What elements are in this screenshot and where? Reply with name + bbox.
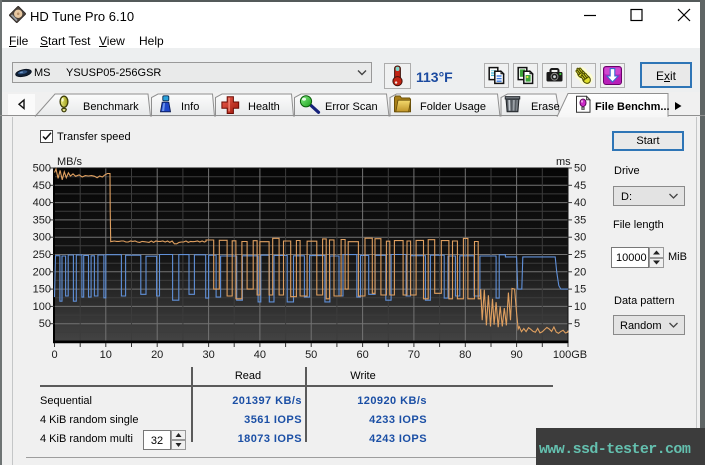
svg-text:150: 150	[33, 284, 51, 296]
svg-text:40: 40	[574, 197, 586, 209]
svg-text:Info: Info	[181, 101, 199, 113]
svg-text:File Benchm...: File Benchm...	[595, 101, 670, 113]
svg-text:20: 20	[151, 349, 163, 361]
svg-text:ms: ms	[556, 156, 571, 168]
svg-text:400: 400	[33, 197, 51, 209]
svg-text:Folder Usage: Folder Usage	[420, 101, 486, 113]
svg-text:30: 30	[202, 349, 214, 361]
svg-text:45: 45	[574, 180, 586, 192]
svg-text:300: 300	[33, 232, 51, 244]
svg-text:Benchmark: Benchmark	[83, 101, 139, 113]
svg-text:50: 50	[39, 318, 51, 330]
svg-text:Error Scan: Error Scan	[325, 101, 378, 113]
svg-text:500: 500	[33, 163, 51, 175]
svg-text:50: 50	[305, 349, 317, 361]
svg-text:0: 0	[51, 349, 57, 361]
svg-text:200: 200	[33, 266, 51, 278]
svg-text:100GB: 100GB	[553, 349, 587, 361]
svg-text:5: 5	[574, 318, 580, 330]
svg-text:40: 40	[254, 349, 266, 361]
svg-text:20: 20	[574, 266, 586, 278]
svg-text:350: 350	[33, 214, 51, 226]
svg-text:10: 10	[574, 301, 586, 313]
svg-text:60: 60	[356, 349, 368, 361]
svg-text:Erase: Erase	[531, 101, 560, 113]
svg-text:35: 35	[574, 214, 586, 226]
svg-text:100: 100	[33, 301, 51, 313]
svg-text:15: 15	[574, 284, 586, 296]
svg-text:90: 90	[510, 349, 522, 361]
svg-text:70: 70	[408, 349, 420, 361]
svg-text:MB/s: MB/s	[57, 156, 83, 168]
svg-text:250: 250	[33, 249, 51, 261]
svg-text:50: 50	[574, 163, 586, 175]
svg-text:25: 25	[574, 249, 586, 261]
svg-text:30: 30	[574, 232, 586, 244]
svg-text:80: 80	[459, 349, 471, 361]
svg-text:450: 450	[33, 180, 51, 192]
svg-text:Health: Health	[248, 101, 280, 113]
svg-text:10: 10	[100, 349, 112, 361]
